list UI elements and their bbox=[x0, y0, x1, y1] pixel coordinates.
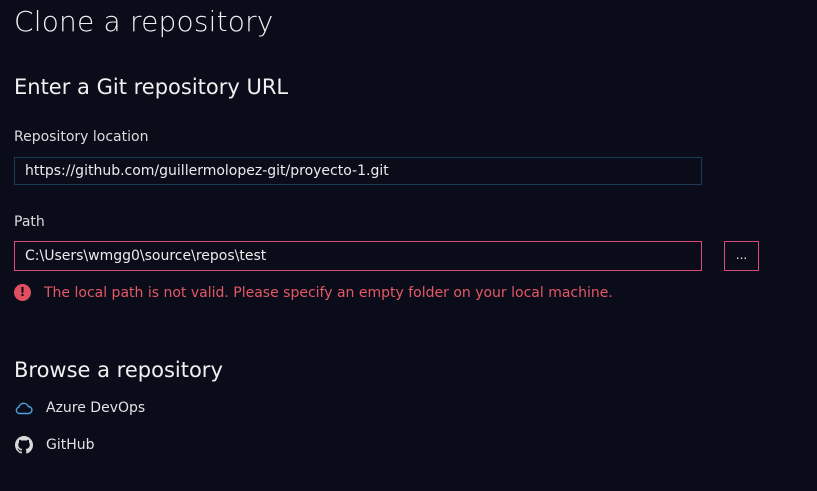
error-text: The local path is not valid. Please spec… bbox=[44, 284, 613, 301]
cloud-icon bbox=[14, 398, 34, 418]
azure-devops-provider[interactable]: Azure DevOps bbox=[14, 398, 145, 418]
github-provider[interactable]: GitHub bbox=[14, 435, 95, 455]
repository-location-input[interactable] bbox=[14, 157, 702, 185]
path-label: Path bbox=[14, 214, 45, 230]
browse-section-heading: Browse a repository bbox=[14, 358, 223, 382]
provider-label: GitHub bbox=[46, 437, 95, 453]
url-section-heading: Enter a Git repository URL bbox=[14, 75, 289, 99]
path-input[interactable] bbox=[14, 241, 702, 271]
page-title: Clone a repository bbox=[14, 5, 274, 38]
provider-label: Azure DevOps bbox=[46, 400, 146, 416]
browse-folder-button[interactable]: ... bbox=[724, 241, 759, 271]
github-icon bbox=[14, 435, 34, 455]
clone-repository-page: Clone a repository Enter a Git repositor… bbox=[0, 0, 817, 491]
path-error-message: ! The local path is not valid. Please sp… bbox=[14, 284, 613, 301]
repository-location-label: Repository location bbox=[14, 129, 149, 145]
error-icon: ! bbox=[14, 284, 31, 301]
